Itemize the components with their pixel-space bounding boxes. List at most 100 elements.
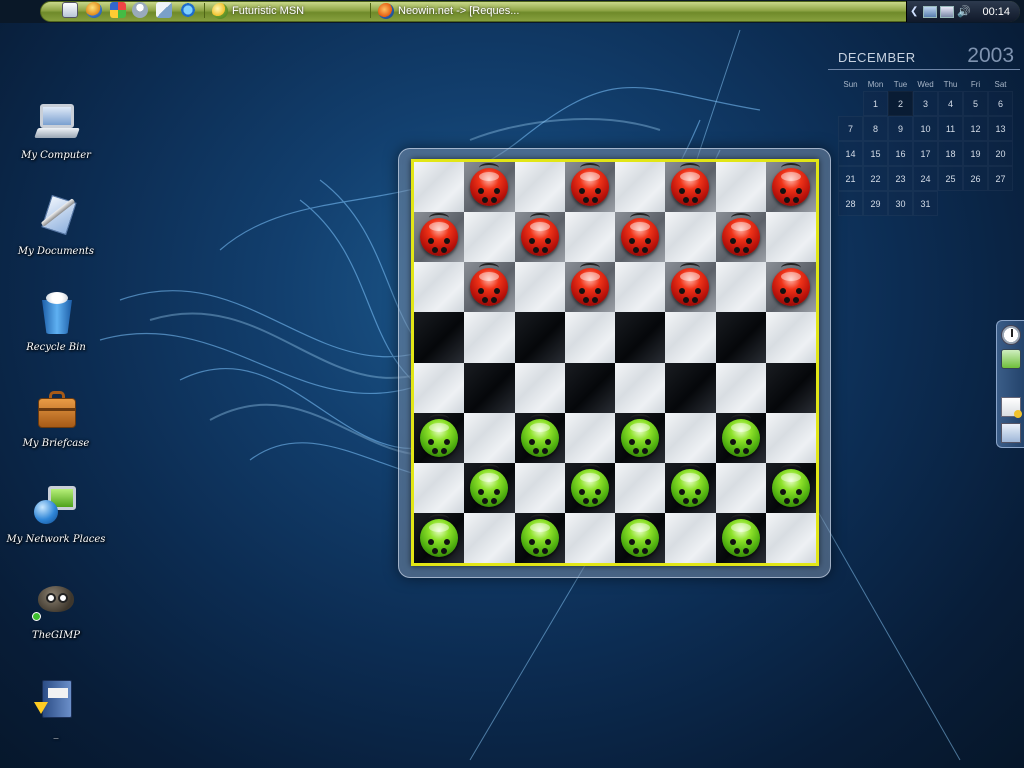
calendar-day[interactable]: 16 xyxy=(888,141,913,166)
calendar-day[interactable]: 22 xyxy=(863,166,888,191)
board-square[interactable] xyxy=(414,212,465,263)
board-square[interactable] xyxy=(514,262,565,313)
board-square[interactable] xyxy=(715,262,766,313)
green-ladybug-piece[interactable] xyxy=(771,463,810,507)
window-icon[interactable] xyxy=(1001,423,1021,443)
board-square[interactable] xyxy=(665,512,716,563)
board-square[interactable] xyxy=(765,512,816,563)
board-square[interactable] xyxy=(665,312,716,363)
board-square[interactable] xyxy=(665,212,716,263)
board-square[interactable] xyxy=(564,212,615,263)
red-ladybug-piece[interactable] xyxy=(621,213,660,257)
calendar-day[interactable]: 6 xyxy=(988,91,1013,116)
board-square[interactable] xyxy=(715,462,766,513)
board-square[interactable] xyxy=(514,462,565,513)
board-square[interactable] xyxy=(715,162,766,213)
red-ladybug-piece[interactable] xyxy=(470,163,509,207)
board-square[interactable] xyxy=(464,262,515,313)
notes-icon[interactable] xyxy=(1001,397,1022,418)
red-ladybug-piece[interactable] xyxy=(470,263,509,307)
calendar-day[interactable]: 21 xyxy=(838,166,863,191)
board-square[interactable] xyxy=(464,512,515,563)
board-square[interactable] xyxy=(615,262,666,313)
desktop-icon-recycle-bin[interactable]: Recycle Bin xyxy=(1,290,111,353)
desktop-icon-my-computer[interactable]: My Computer xyxy=(1,98,111,161)
clock[interactable]: 00:14 xyxy=(982,6,1010,18)
calendar-day[interactable]: 7 xyxy=(838,116,863,141)
messenger-tray-icon[interactable] xyxy=(940,5,954,18)
calendar-day[interactable]: 17 xyxy=(913,141,938,166)
board-square[interactable] xyxy=(514,212,565,263)
board-square[interactable] xyxy=(414,462,465,513)
board-square[interactable] xyxy=(564,362,615,413)
board-square[interactable] xyxy=(665,162,716,213)
board-square[interactable] xyxy=(715,312,766,363)
board-square[interactable] xyxy=(464,462,515,513)
green-ladybug-piece[interactable] xyxy=(671,463,710,507)
volume-icon[interactable]: 🔊 xyxy=(957,6,971,18)
calendar-day[interactable]: 25 xyxy=(938,166,963,191)
board-square[interactable] xyxy=(715,212,766,263)
board-square[interactable] xyxy=(715,512,766,563)
red-ladybug-piece[interactable] xyxy=(671,163,710,207)
calendar-day[interactable]: 4 xyxy=(938,91,963,116)
board-square[interactable] xyxy=(615,312,666,363)
board-square[interactable] xyxy=(564,512,615,563)
desktop-icon-book-shortcut[interactable]: _ xyxy=(1,676,111,739)
green-ladybug-piece[interactable] xyxy=(570,463,609,507)
calendar-day[interactable]: 26 xyxy=(963,166,988,191)
green-ladybug-piece[interactable] xyxy=(621,413,660,457)
red-ladybug-piece[interactable] xyxy=(520,213,559,257)
green-ladybug-piece[interactable] xyxy=(721,413,760,457)
board-square[interactable] xyxy=(765,212,816,263)
board-square[interactable] xyxy=(665,412,716,463)
board-square[interactable] xyxy=(615,512,666,563)
firefox-quicklaunch-icon[interactable] xyxy=(86,2,102,18)
board-square[interactable] xyxy=(765,312,816,363)
board-square[interactable] xyxy=(765,462,816,513)
board-square[interactable] xyxy=(514,512,565,563)
board-square[interactable] xyxy=(514,162,565,213)
red-ladybug-piece[interactable] xyxy=(671,263,710,307)
board-square[interactable] xyxy=(615,412,666,463)
calendar-day[interactable]: 18 xyxy=(938,141,963,166)
board-square[interactable] xyxy=(414,362,465,413)
board-square[interactable] xyxy=(414,262,465,313)
calendar-day[interactable]: 29 xyxy=(863,191,888,216)
board-square[interactable] xyxy=(564,412,615,463)
board-square[interactable] xyxy=(715,412,766,463)
green-ladybug-piece[interactable] xyxy=(420,413,459,457)
board-square[interactable] xyxy=(464,212,515,263)
clock-icon[interactable] xyxy=(1001,325,1021,345)
green-ladybug-piece[interactable] xyxy=(621,513,660,557)
chevron-left-icon[interactable]: ❮ xyxy=(910,5,920,18)
show-desktop-icon[interactable] xyxy=(62,2,78,18)
board-square[interactable] xyxy=(414,512,465,563)
board-square[interactable] xyxy=(514,362,565,413)
red-ladybug-piece[interactable] xyxy=(570,263,609,307)
red-ladybug-piece[interactable] xyxy=(570,163,609,207)
calendar-day[interactable]: 9 xyxy=(888,116,913,141)
board-square[interactable] xyxy=(615,362,666,413)
calendar-day[interactable]: 3 xyxy=(913,91,938,116)
board-square[interactable] xyxy=(414,412,465,463)
red-ladybug-piece[interactable] xyxy=(771,163,810,207)
board-square[interactable] xyxy=(615,212,666,263)
messenger-quicklaunch-icon[interactable] xyxy=(132,2,148,18)
green-ladybug-piece[interactable] xyxy=(721,513,760,557)
email-quicklaunch-icon[interactable] xyxy=(156,2,172,18)
calendar-day[interactable]: 8 xyxy=(863,116,888,141)
board-square[interactable] xyxy=(414,312,465,363)
board-square[interactable] xyxy=(464,162,515,213)
desktop-icon-my-briefcase[interactable]: My Briefcase xyxy=(1,386,111,449)
board-square[interactable] xyxy=(765,262,816,313)
board-square[interactable] xyxy=(414,162,465,213)
internet-explorer-icon[interactable] xyxy=(180,2,196,18)
calendar-day[interactable]: 20 xyxy=(988,141,1013,166)
board-square[interactable] xyxy=(514,412,565,463)
desktop-icon-my-documents[interactable]: My Documents xyxy=(1,194,111,257)
green-ladybug-piece[interactable] xyxy=(420,513,459,557)
board-square[interactable] xyxy=(564,162,615,213)
calendar-day[interactable]: 28 xyxy=(838,191,863,216)
board-square[interactable] xyxy=(464,312,515,363)
